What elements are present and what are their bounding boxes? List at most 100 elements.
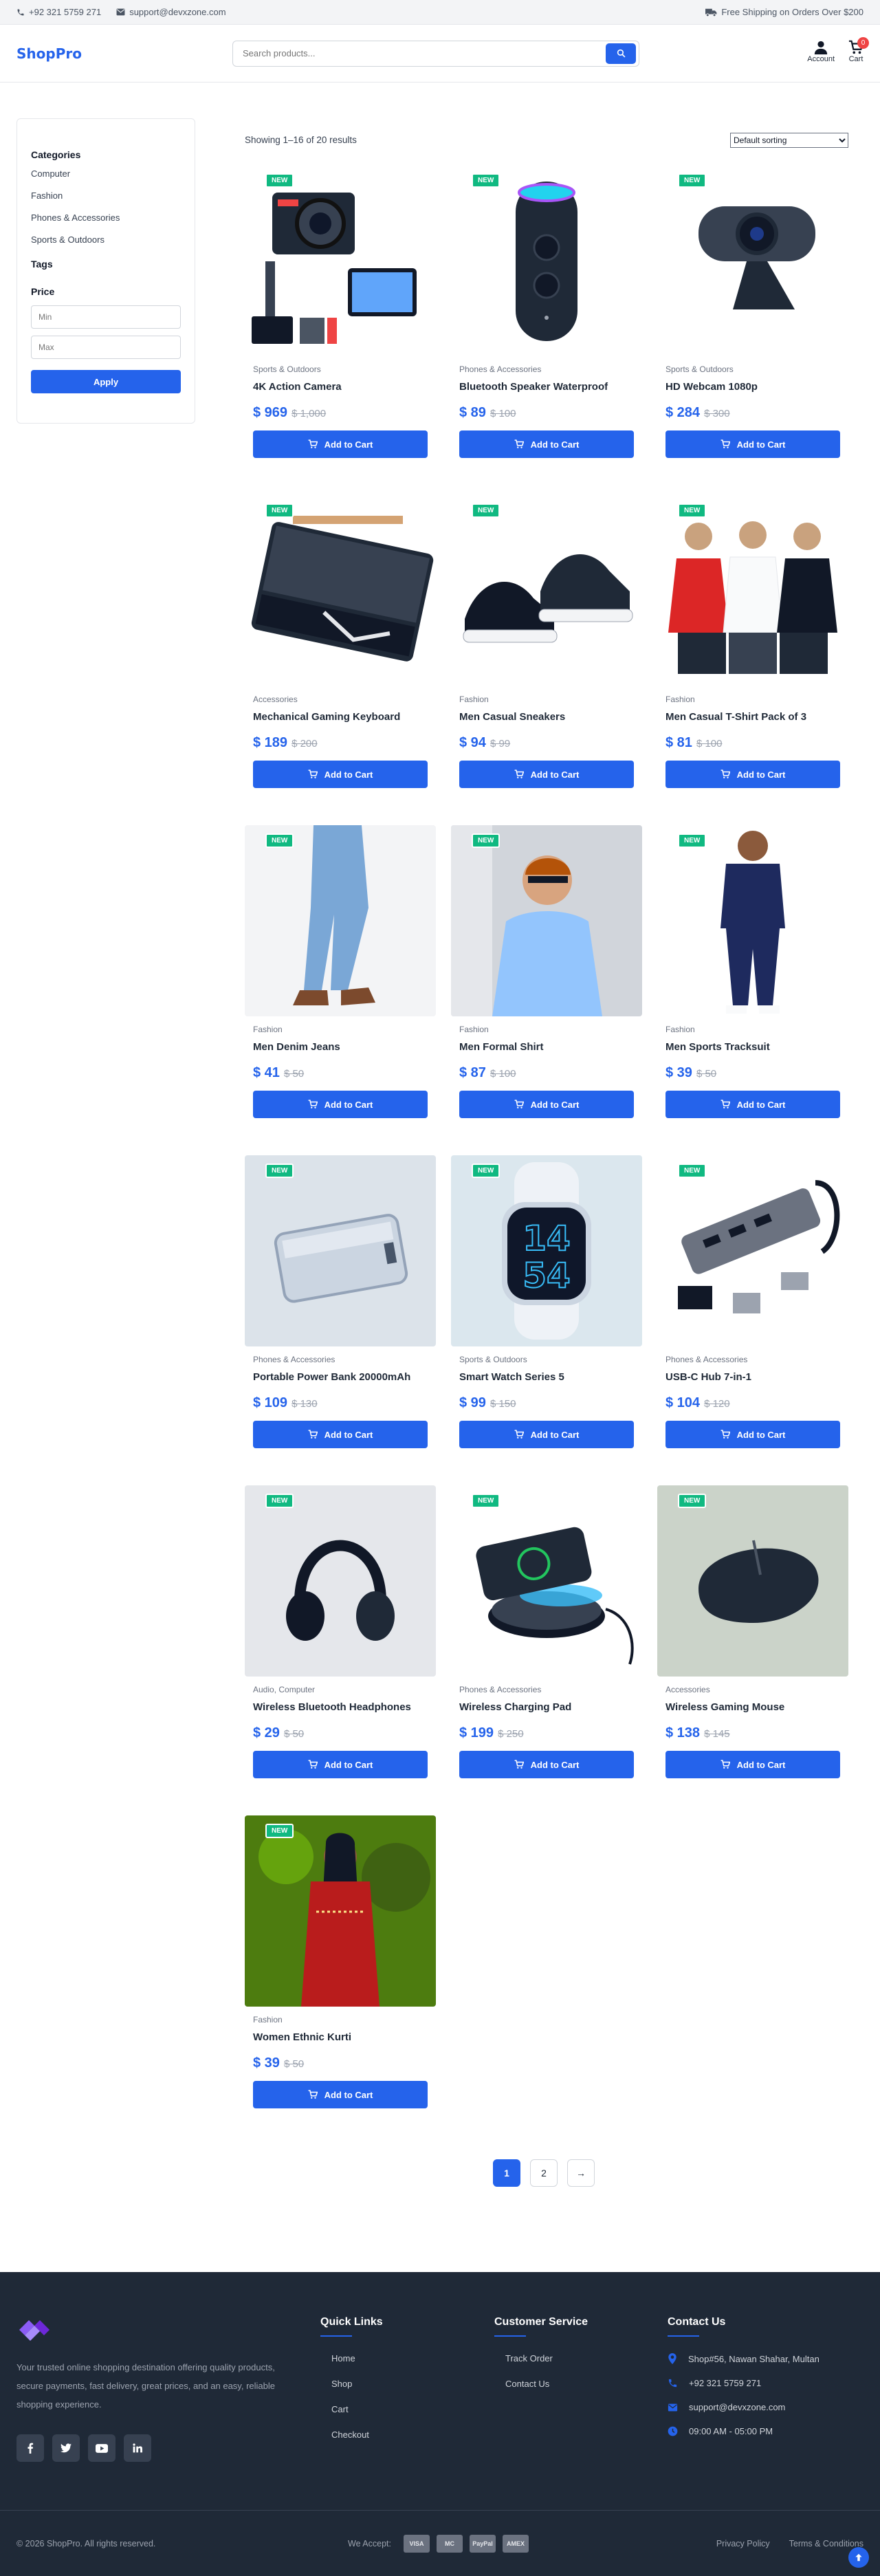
- add-to-cart-button[interactable]: Add to Cart: [666, 1091, 840, 1118]
- product-card[interactable]: NEW Fashion Women Ethnic Kurti $ 39 $ 50 Add …: [245, 1815, 436, 2136]
- add-to-cart-button[interactable]: Add to Cart: [666, 761, 840, 788]
- contact-email[interactable]: support@devxzone.com: [668, 2402, 820, 2412]
- add-to-cart-button[interactable]: Add to Cart: [666, 1751, 840, 1778]
- footer-link-checkout[interactable]: Checkout: [331, 2430, 383, 2440]
- product-category[interactable]: Fashion: [253, 1025, 428, 1034]
- product-image[interactable]: NEW: [245, 1155, 436, 1346]
- add-to-cart-button[interactable]: Add to Cart: [459, 1421, 634, 1448]
- category-computer[interactable]: Computer: [31, 168, 181, 179]
- cart-link[interactable]: 0 Cart: [848, 37, 869, 63]
- product-category[interactable]: Audio, Computer: [253, 1685, 428, 1694]
- add-to-cart-button[interactable]: Add to Cart: [253, 2081, 428, 2108]
- product-image[interactable]: NEW: [245, 495, 436, 686]
- product-name[interactable]: Men Denim Jeans: [253, 1041, 428, 1053]
- linkedin-link[interactable]: [124, 2434, 151, 2462]
- product-category[interactable]: Accessories: [253, 695, 428, 704]
- footer-link-home[interactable]: Home: [331, 2353, 383, 2364]
- site-logo[interactable]: ShopPro: [16, 45, 232, 62]
- product-image[interactable]: NEW: [657, 495, 848, 686]
- product-category[interactable]: Fashion: [666, 1025, 840, 1034]
- product-name[interactable]: USB-C Hub 7-in-1: [666, 1371, 840, 1383]
- add-to-cart-button[interactable]: Add to Cart: [459, 761, 634, 788]
- topbar-email[interactable]: support@devxzone.com: [116, 7, 226, 17]
- privacy-policy-link[interactable]: Privacy Policy: [716, 2539, 770, 2548]
- price-max-input[interactable]: [31, 336, 181, 359]
- product-card[interactable]: NEW Audio, Computer Wireless Bluetooth Hea…: [245, 1485, 436, 1806]
- product-card[interactable]: NEW Fashion Men Casual T-Shirt Pack of 3 $ …: [657, 495, 848, 816]
- product-card[interactable]: NEW Sports & Outdoors 4K Action Camera $ 96…: [245, 165, 436, 485]
- product-category[interactable]: Phones & Accessories: [666, 1355, 840, 1364]
- product-image[interactable]: NEW: [245, 1815, 436, 2007]
- product-card[interactable]: NEW Sports & Outdoors HD Webcam 1080p $ 284…: [657, 165, 848, 485]
- product-name[interactable]: Wireless Bluetooth Headphones: [253, 1701, 428, 1713]
- product-card[interactable]: NEW Phones & Accessories Portable Power Ba…: [245, 1155, 436, 1476]
- add-to-cart-button[interactable]: Add to Cart: [253, 1421, 428, 1448]
- category-sports-outdoors[interactable]: Sports & Outdoors: [31, 234, 181, 245]
- product-name[interactable]: HD Webcam 1080p: [666, 381, 840, 393]
- product-category[interactable]: Phones & Accessories: [459, 364, 634, 374]
- scroll-to-top-button[interactable]: [848, 2547, 869, 2568]
- product-category[interactable]: Phones & Accessories: [459, 1685, 634, 1694]
- product-name[interactable]: Portable Power Bank 20000mAh: [253, 1371, 428, 1383]
- product-image[interactable]: NEW: [657, 1155, 848, 1346]
- product-card[interactable]: NEW Fashion Men Denim Jeans $ 41 $ 50 Add to …: [245, 825, 436, 1146]
- add-to-cart-button[interactable]: Add to Cart: [253, 1751, 428, 1778]
- product-category[interactable]: Fashion: [253, 2015, 428, 2024]
- product-category[interactable]: Fashion: [666, 695, 840, 704]
- product-image[interactable]: NEW: [451, 1485, 642, 1677]
- footer-link-shop[interactable]: Shop: [331, 2379, 383, 2389]
- product-category[interactable]: Sports & Outdoors: [459, 1355, 634, 1364]
- product-image[interactable]: NEW: [245, 1485, 436, 1677]
- product-name[interactable]: Men Formal Shirt: [459, 1041, 634, 1053]
- product-name[interactable]: Mechanical Gaming Keyboard: [253, 711, 428, 723]
- product-image[interactable]: NEW: [245, 825, 436, 1016]
- add-to-cart-button[interactable]: Add to Cart: [253, 761, 428, 788]
- search-button[interactable]: [606, 43, 636, 64]
- add-to-cart-button[interactable]: Add to Cart: [253, 1091, 428, 1118]
- product-card[interactable]: NEW Fashion Men Sports Tracksuit $ 39 $ 50 Ad…: [657, 825, 848, 1146]
- product-name[interactable]: Women Ethnic Kurti: [253, 2031, 428, 2043]
- product-image[interactable]: NEW: [657, 165, 848, 356]
- footer-link-track-order[interactable]: Track Order: [505, 2353, 588, 2364]
- product-category[interactable]: Accessories: [666, 1685, 840, 1694]
- product-card[interactable]: NEW Phones & Accessories Wireless Charging…: [451, 1485, 642, 1806]
- twitter-link[interactable]: [52, 2434, 80, 2462]
- product-name[interactable]: Men Casual T-Shirt Pack of 3: [666, 711, 840, 723]
- add-to-cart-button[interactable]: Add to Cart: [666, 1421, 840, 1448]
- product-category[interactable]: Sports & Outdoors: [253, 364, 428, 374]
- product-card[interactable]: NEW Accessories Wireless Gaming Mouse $ 138…: [657, 1485, 848, 1806]
- next-page-button[interactable]: →: [567, 2159, 595, 2187]
- terms-link[interactable]: Terms & Conditions: [789, 2539, 864, 2548]
- product-image[interactable]: 14 54 NEW: [451, 1155, 642, 1346]
- product-card[interactable]: NEW Fashion Men Formal Shirt $ 87 $ 100 Add t…: [451, 825, 642, 1146]
- product-name[interactable]: Wireless Charging Pad: [459, 1701, 634, 1713]
- category-phones-accessories[interactable]: Phones & Accessories: [31, 212, 181, 223]
- product-name[interactable]: Wireless Gaming Mouse: [666, 1701, 840, 1713]
- product-category[interactable]: Sports & Outdoors: [666, 364, 840, 374]
- category-fashion[interactable]: Fashion: [31, 190, 181, 201]
- footer-link-contact-us[interactable]: Contact Us: [505, 2379, 588, 2389]
- product-card[interactable]: NEW Phones & Accessories USB-C Hub 7-in-1 $…: [657, 1155, 848, 1476]
- youtube-link[interactable]: [88, 2434, 116, 2462]
- product-card[interactable]: NEW Fashion Men Casual Sneakers $ 94 $ 99 Add…: [451, 495, 642, 816]
- product-category[interactable]: Fashion: [459, 695, 634, 704]
- add-to-cart-button[interactable]: Add to Cart: [253, 430, 428, 458]
- product-name[interactable]: Smart Watch Series 5: [459, 1371, 634, 1383]
- product-name[interactable]: Men Casual Sneakers: [459, 711, 634, 723]
- add-to-cart-button[interactable]: Add to Cart: [459, 430, 634, 458]
- product-image[interactable]: NEW: [245, 165, 436, 356]
- page-2-button[interactable]: 2: [530, 2159, 558, 2187]
- footer-logo-icon[interactable]: [16, 2316, 52, 2344]
- product-name[interactable]: Bluetooth Speaker Waterproof: [459, 381, 634, 393]
- product-image[interactable]: NEW: [657, 1485, 848, 1677]
- product-card[interactable]: 14 54 NEW Sports & Outdoors Smart Watch Seri…: [451, 1155, 642, 1476]
- product-image[interactable]: NEW: [451, 165, 642, 356]
- product-image[interactable]: NEW: [451, 825, 642, 1016]
- add-to-cart-button[interactable]: Add to Cart: [459, 1091, 634, 1118]
- product-card[interactable]: NEW Phones & Accessories Bluetooth Speaker…: [451, 165, 642, 485]
- product-image[interactable]: NEW: [451, 495, 642, 686]
- add-to-cart-button[interactable]: Add to Cart: [666, 430, 840, 458]
- add-to-cart-button[interactable]: Add to Cart: [459, 1751, 634, 1778]
- product-name[interactable]: Men Sports Tracksuit: [666, 1041, 840, 1053]
- footer-link-cart[interactable]: Cart: [331, 2404, 383, 2414]
